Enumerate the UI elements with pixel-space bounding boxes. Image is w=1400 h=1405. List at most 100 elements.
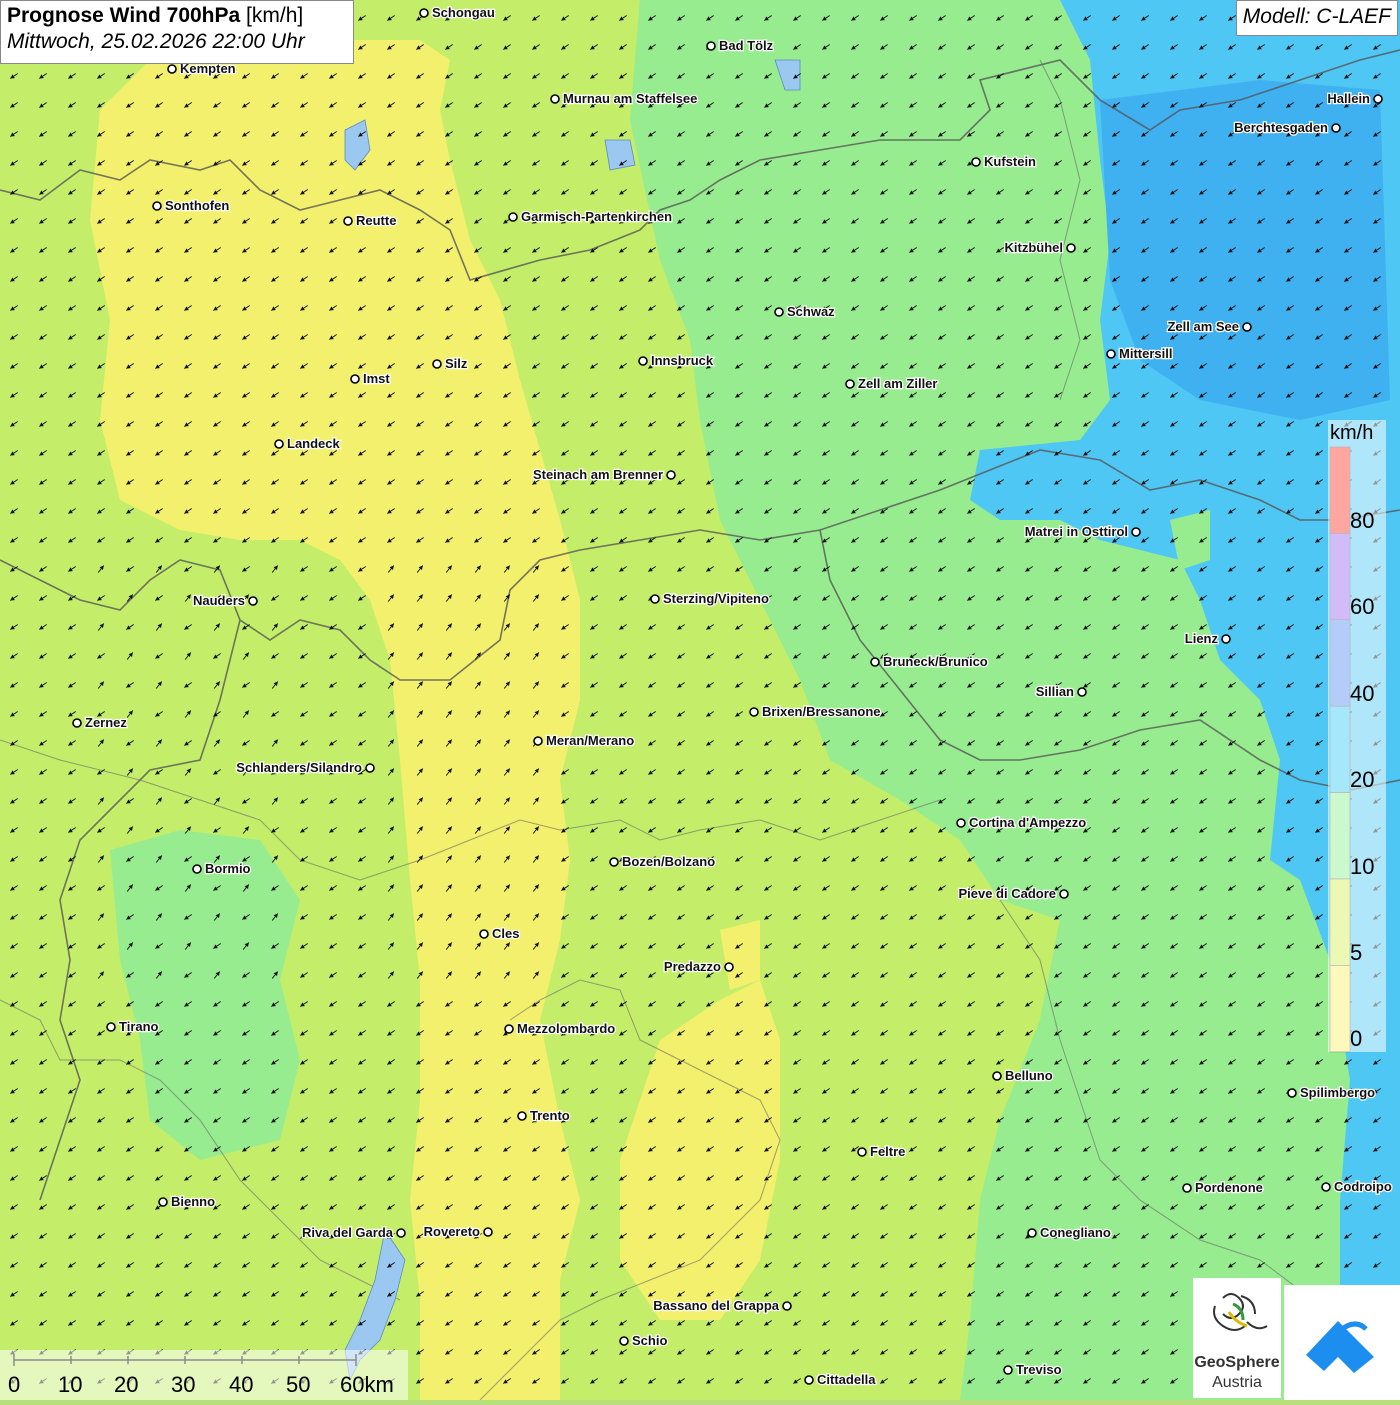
city-dot (666, 470, 676, 480)
city-label: Mittersill (1119, 346, 1172, 361)
city-dot (724, 962, 734, 972)
city-label: Berchtesgaden (1234, 120, 1328, 135)
city-dot (365, 763, 375, 773)
city-dot (609, 857, 619, 867)
city-label: Schlanders/Silandro (236, 760, 362, 775)
city-label: Steinach am Brenner (533, 467, 663, 482)
city-label: Matrei in Osttirol (1025, 524, 1128, 539)
scale-bar-label: 60km (340, 1372, 394, 1397)
city-dot (1077, 687, 1087, 697)
city-label: Kufstein (984, 154, 1036, 169)
city-dot (419, 8, 429, 18)
app-logo[interactable] (1284, 1285, 1400, 1400)
city-label: Treviso (1016, 1362, 1062, 1377)
city-dot (1106, 349, 1116, 359)
city-dot (432, 359, 442, 369)
city-dot (804, 1375, 814, 1385)
city-label: Sonthofen (165, 198, 229, 213)
city-label: Brixen/Bressanone (762, 704, 881, 719)
city-label: Conegliano (1040, 1225, 1111, 1240)
scale-bar-label: 30 (171, 1372, 196, 1397)
city-dot (192, 864, 202, 874)
city-dot (992, 1071, 1002, 1081)
geosphere-logo[interactable]: GeoSphere Austria (1193, 1278, 1281, 1398)
city-dot (343, 216, 353, 226)
city-dot (1003, 1365, 1013, 1375)
city-dot (1131, 527, 1141, 537)
city-dot (350, 374, 360, 384)
city-dot (971, 157, 981, 167)
city-label: Murnau am Staffelsee (563, 91, 697, 106)
legend-tick-label: 20 (1350, 767, 1375, 792)
title-box: Prognose Wind 700hPa [km/h] Mittwoch, 25… (0, 0, 354, 64)
city-label: Bad Tölz (719, 38, 774, 53)
city-label: Sillian (1036, 684, 1074, 699)
city-label: Spilimbergo (1300, 1085, 1375, 1100)
city-label: Schwaz (787, 304, 835, 319)
city-dot (706, 41, 716, 51)
city-label: Trento (530, 1108, 570, 1123)
city-label: Reutte (356, 213, 396, 228)
city-dot (1331, 123, 1341, 133)
city-dot (1373, 94, 1383, 104)
scale-bar-label: 40 (229, 1372, 254, 1397)
app-logo-icon (1306, 1321, 1374, 1373)
city-dot (508, 212, 518, 222)
city-label: Garmisch-Partenkirchen (521, 209, 672, 224)
city-label: Bruneck/Brunico (883, 654, 988, 669)
city-label: Bassano del Grappa (653, 1298, 779, 1313)
city-label: Meran/Merano (546, 733, 634, 748)
city-label: Innsbruck (651, 353, 714, 368)
city-dot (845, 379, 855, 389)
city-dot (517, 1111, 527, 1121)
city-dot (504, 1024, 514, 1034)
city-dot (248, 596, 258, 606)
city-label: Kitzbühel (1005, 240, 1064, 255)
city-label: Belluno (1005, 1068, 1053, 1083)
geosphere-swirl-icon (1213, 1293, 1268, 1331)
city-dot (550, 94, 560, 104)
city-label: Imst (363, 371, 390, 386)
map-title: Prognose Wind 700hPa [km/h] (7, 4, 304, 27)
city-label: Zernez (85, 715, 127, 730)
city-label: Zell am See (1167, 319, 1239, 334)
city-label: Nauders (193, 593, 245, 608)
wind-map: SchongauBad TölzKemptenMurnau am Staffel… (0, 0, 1400, 1400)
city-label: Hallein (1327, 91, 1370, 106)
city-label: Tirano (119, 1019, 159, 1034)
city-label: Zell am Ziller (858, 376, 937, 391)
city-label: Bienno (171, 1194, 215, 1209)
city-dot (274, 439, 284, 449)
city-dot (152, 201, 162, 211)
city-dot (483, 1227, 493, 1237)
city-dot (106, 1022, 116, 1032)
city-label: Schongau (432, 5, 495, 20)
city-dot (1221, 634, 1231, 644)
city-label: Codroipo (1334, 1179, 1392, 1194)
city-dot (1321, 1182, 1331, 1192)
city-label: Mezzolombardo (517, 1021, 615, 1036)
city-label: Sterzing/Vipiteno (663, 591, 769, 606)
city-label: Lienz (1185, 631, 1219, 646)
city-label: Riva del Garda (302, 1225, 394, 1240)
city-dot (1059, 889, 1069, 899)
city-label: Schio (632, 1333, 667, 1348)
city-dot (533, 736, 543, 746)
scale-bar-label: 20 (114, 1372, 139, 1397)
city-dot (167, 64, 177, 74)
legend-tick-label: 80 (1350, 508, 1375, 533)
legend-tick-label: 40 (1350, 681, 1375, 706)
city-dot (650, 594, 660, 604)
city-dot (638, 356, 648, 366)
city-dot (870, 657, 880, 667)
city-dot (956, 818, 966, 828)
city-label: Cittadella (817, 1372, 876, 1387)
city-label: Bozen/Bolzano (622, 854, 715, 869)
scale-bar-label: 50 (286, 1372, 311, 1397)
city-label: Cortina d'Ampezzo (969, 815, 1086, 830)
city-label: Landeck (287, 436, 341, 451)
legend-tick-label: 0 (1350, 1026, 1363, 1051)
scale-bar-label: 10 (58, 1372, 83, 1397)
geosphere-logo-line2: Austria (1212, 1374, 1262, 1391)
city-dot (1027, 1228, 1037, 1238)
